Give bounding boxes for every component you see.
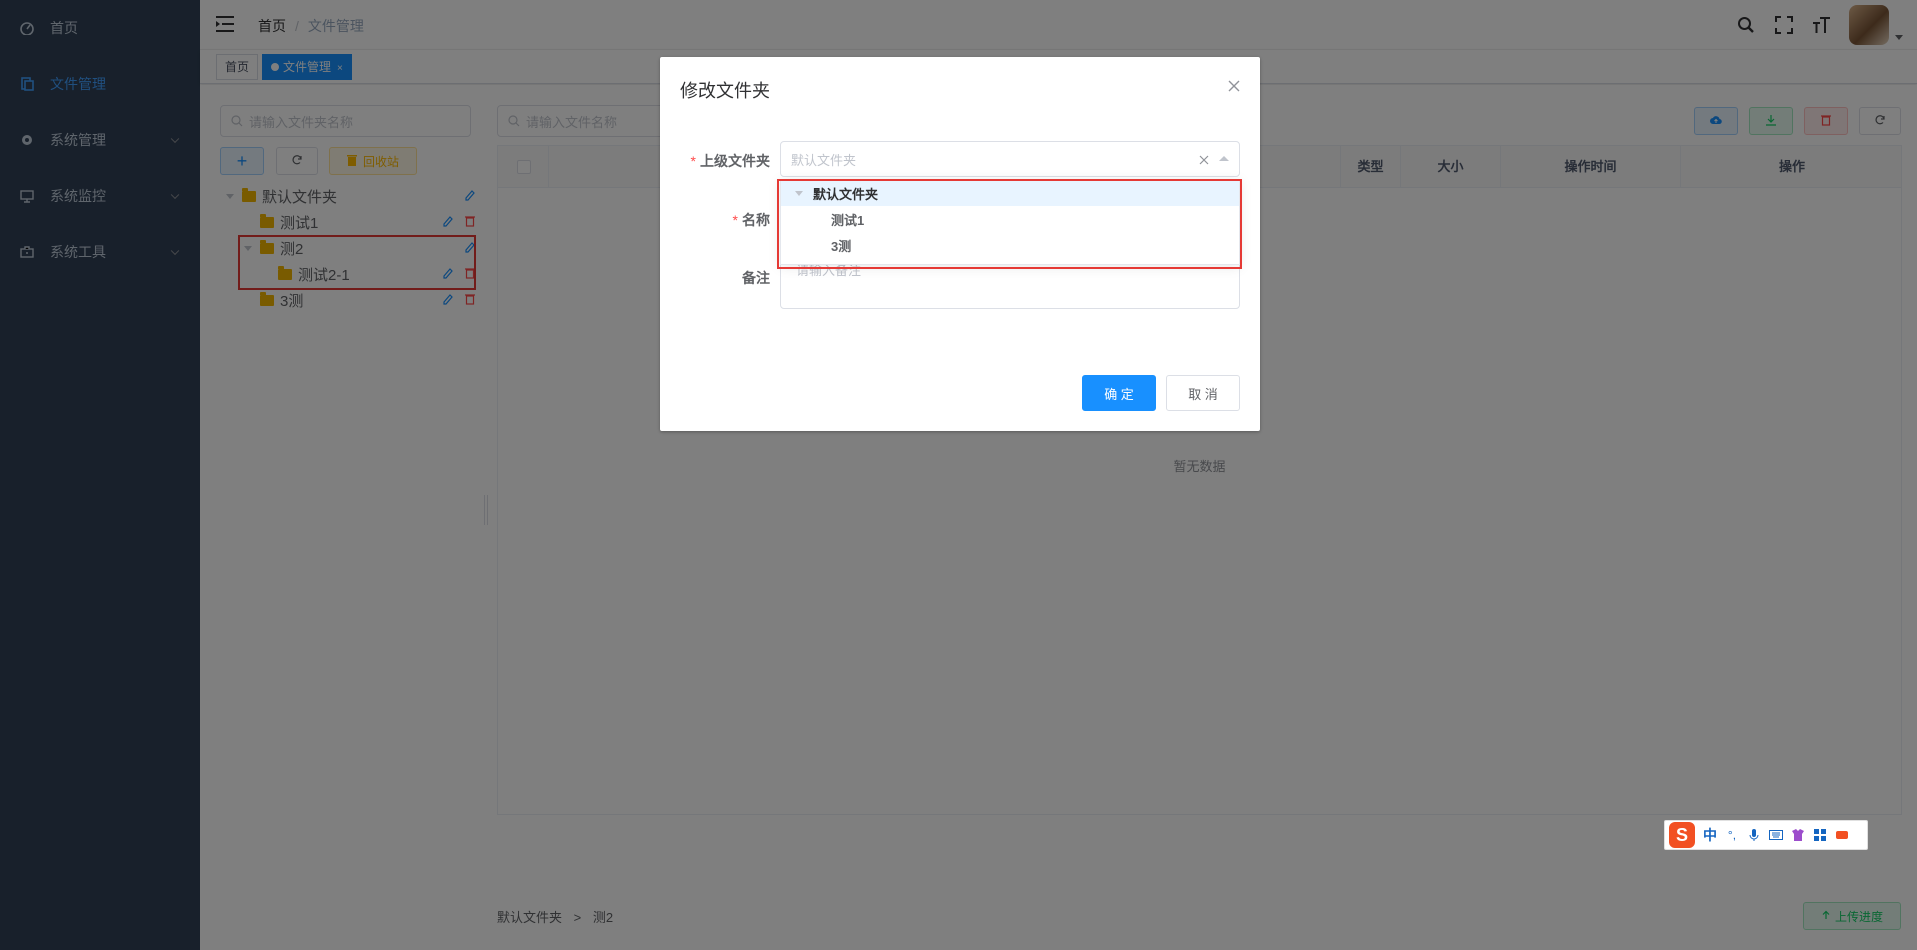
apps-grid-icon[interactable] — [1813, 828, 1827, 842]
microphone-icon[interactable] — [1747, 828, 1761, 842]
skin-icon[interactable] — [1791, 828, 1805, 842]
shirt-icon[interactable] — [1835, 828, 1849, 842]
parent-folder-label: * 上级文件夹 — [691, 151, 770, 171]
highlight-box — [777, 179, 1242, 269]
cancel-button[interactable]: 取 消 — [1166, 375, 1240, 411]
name-label: * 名称 — [733, 210, 770, 230]
punctuation-icon[interactable]: °, — [1725, 828, 1739, 842]
clear-icon[interactable] — [1199, 153, 1209, 165]
edit-folder-dialog: 修改文件夹 * 上级文件夹 默认文件夹 * 名称 备注 请输入备注 默认文件夹 测试… — [660, 57, 1260, 431]
name-label-text: 名称 — [742, 212, 770, 228]
chevron-up-icon[interactable] — [1219, 156, 1229, 161]
parent-folder-select[interactable]: 默认文件夹 — [780, 141, 1240, 177]
dialog-title: 修改文件夹 — [680, 81, 770, 101]
confirm-button[interactable]: 确 定 — [1082, 375, 1156, 411]
parent-folder-placeholder: 默认文件夹 — [791, 152, 857, 168]
sogou-logo-icon[interactable]: S — [1669, 822, 1695, 848]
remark-label: 备注 — [742, 270, 770, 286]
parent-folder-label-text: 上级文件夹 — [700, 153, 770, 169]
ime-toolbar: S 中 °, — [1664, 820, 1868, 850]
required-mark: * — [690, 153, 696, 169]
keyboard-icon[interactable] — [1769, 828, 1783, 842]
close-icon[interactable] — [1228, 79, 1240, 92]
ime-mode[interactable]: 中 — [1703, 825, 1717, 845]
required-mark: * — [732, 212, 738, 228]
